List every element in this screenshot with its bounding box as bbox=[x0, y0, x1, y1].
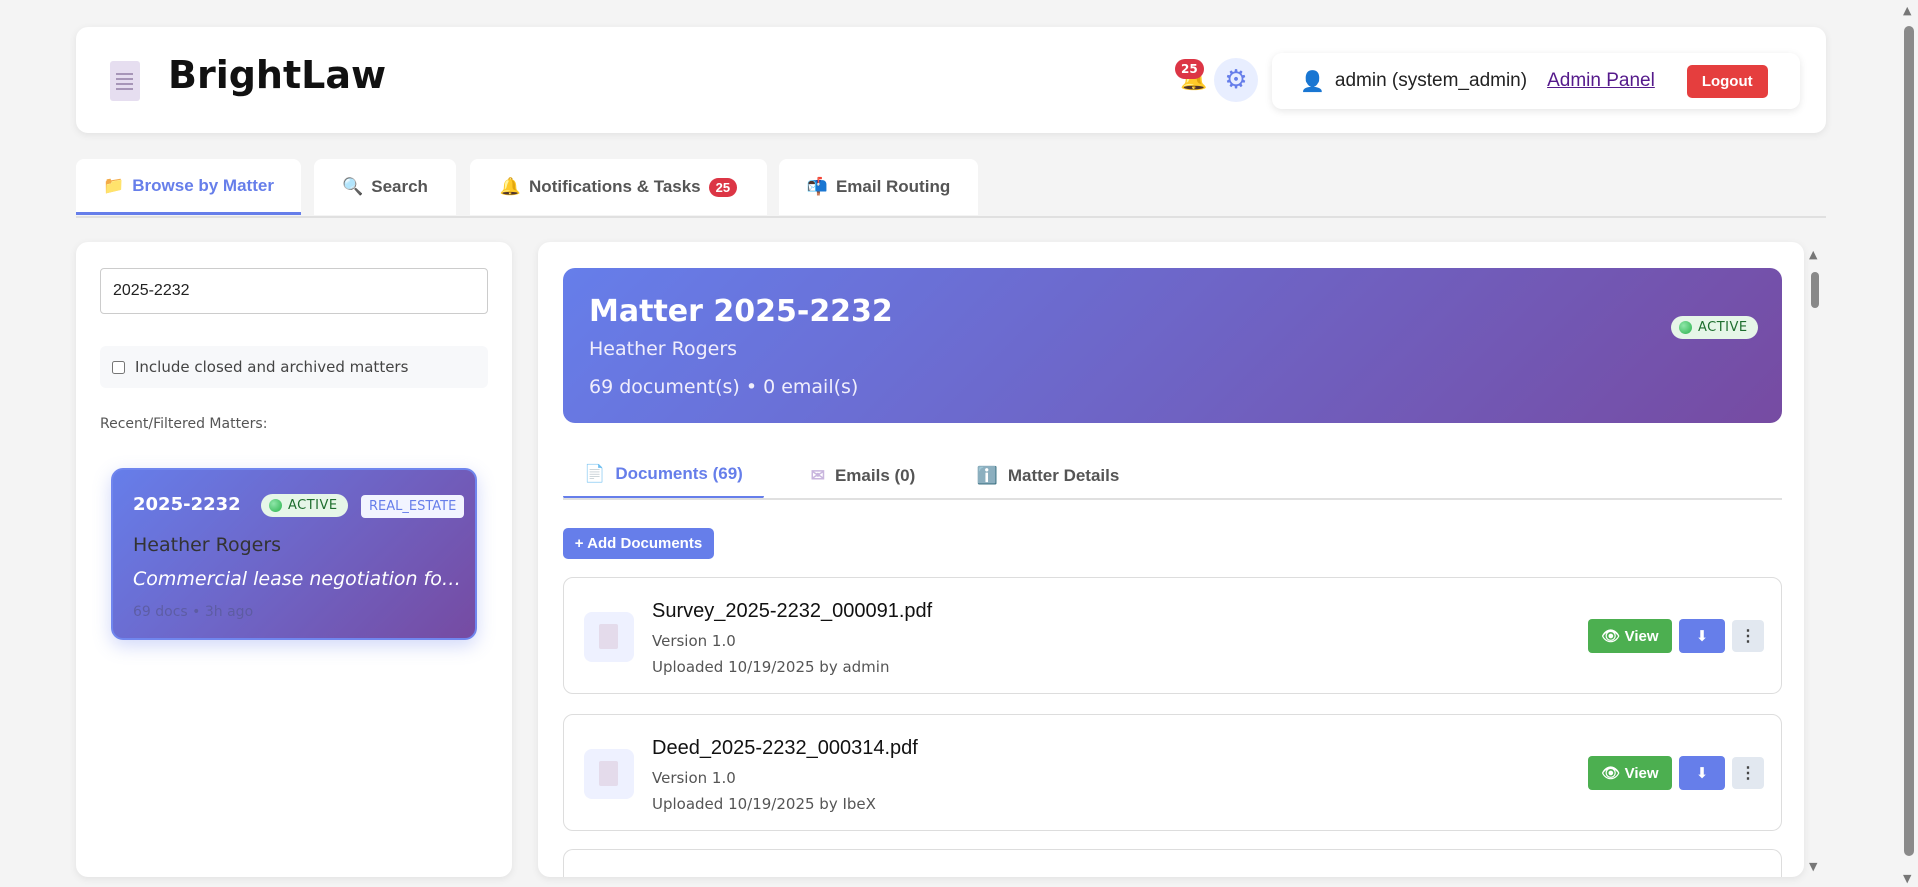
matter-description: Commercial lease negotiation for 3... bbox=[133, 568, 463, 590]
panel-scrollbar[interactable]: ▲ ▼ bbox=[1806, 248, 1824, 873]
green-dot-icon bbox=[1679, 321, 1692, 334]
user-box: 👤 admin (system_admin) Admin Panel Logou… bbox=[1272, 53, 1800, 109]
settings-gear-button[interactable]: ⚙ bbox=[1214, 58, 1258, 102]
matter-meta: 69 docs • 3h ago bbox=[133, 604, 254, 620]
matter-client: Heather Rogers bbox=[589, 338, 738, 360]
subtab-divider bbox=[563, 498, 1782, 500]
tab-label: Search bbox=[371, 177, 428, 196]
tab-notifications-tasks[interactable]: 🔔 Notifications & Tasks 25 bbox=[470, 159, 767, 215]
user-icon: 👤 bbox=[1300, 70, 1325, 93]
status-badge: ACTIVE bbox=[1671, 316, 1758, 339]
info-icon: ℹ️ bbox=[976, 465, 998, 485]
scroll-up-arrow-icon[interactable]: ▲ bbox=[1903, 4, 1911, 17]
view-label: View bbox=[1624, 765, 1659, 782]
matter-title: Matter 2025-2232 bbox=[589, 294, 893, 329]
document-row: Deed_2025-2232_000314.pdf Version 1.0 Up… bbox=[563, 714, 1782, 831]
download-button[interactable]: ⬇ bbox=[1679, 619, 1725, 653]
tab-search[interactable]: 🔍 Search bbox=[314, 159, 456, 215]
bell-icon: 🔔 bbox=[499, 177, 522, 196]
matter-detail-panel: Matter 2025-2232 Heather Rogers 69 docum… bbox=[538, 242, 1804, 877]
scroll-up-arrow-icon[interactable]: ▲ bbox=[1809, 248, 1817, 261]
document-uploaded: Uploaded 10/19/2025 by IbeX bbox=[652, 795, 876, 813]
tab-label: Notifications & Tasks bbox=[529, 177, 701, 196]
scrollbar-thumb[interactable] bbox=[1904, 26, 1914, 856]
tab-label: Matter Details bbox=[1007, 465, 1120, 485]
admin-panel-link[interactable]: Admin Panel bbox=[1547, 70, 1655, 92]
status-text: ACTIVE bbox=[1698, 320, 1748, 335]
app-header: BrightLaw 🔔 25 ⚙ 👤 admin (system_admin) … bbox=[76, 27, 1826, 133]
brand-title: BrightLaw bbox=[168, 53, 387, 97]
tab-badge: 25 bbox=[708, 177, 738, 197]
more-options-button[interactable]: ⋮ bbox=[1732, 757, 1764, 789]
tab-divider bbox=[76, 216, 1826, 218]
document-icon: 📄 bbox=[584, 464, 606, 483]
document-row-partial bbox=[563, 849, 1782, 877]
file-icon bbox=[584, 612, 634, 662]
tab-label: Browse by Matter bbox=[132, 175, 274, 195]
download-button[interactable]: ⬇ bbox=[1679, 756, 1725, 790]
view-button[interactable]: 👁 View bbox=[1588, 619, 1672, 653]
matter-summary: 69 document(s) • 0 email(s) bbox=[589, 376, 859, 398]
status-badge: ACTIVE bbox=[261, 494, 348, 517]
document-uploaded: Uploaded 10/19/2025 by admin bbox=[652, 658, 890, 676]
tab-emails[interactable]: ✉ Emails (0) bbox=[788, 452, 938, 499]
checkbox-label: Include closed and archived matters bbox=[135, 358, 409, 376]
folder-icon: 📁 bbox=[103, 175, 125, 195]
green-dot-icon bbox=[269, 499, 282, 512]
matter-banner: Matter 2025-2232 Heather Rogers 69 docum… bbox=[563, 268, 1782, 423]
document-logo-icon bbox=[110, 61, 140, 101]
matter-number: 2025-2232 bbox=[133, 494, 241, 515]
matter-sidebar: Include closed and archived matters Rece… bbox=[76, 242, 512, 877]
view-label: View bbox=[1624, 628, 1659, 645]
include-closed-checkbox-row[interactable]: Include closed and archived matters bbox=[100, 346, 488, 388]
search-icon: 🔍 bbox=[342, 177, 364, 196]
more-options-button[interactable]: ⋮ bbox=[1732, 620, 1764, 652]
document-version: Version 1.0 bbox=[652, 632, 736, 650]
document-row: Survey_2025-2232_000091.pdf Version 1.0 … bbox=[563, 577, 1782, 694]
page-scrollbar[interactable]: ▲ ▼ bbox=[1900, 0, 1918, 887]
mailbox-icon: 📬 bbox=[806, 177, 828, 196]
file-icon bbox=[584, 749, 634, 799]
notification-badge: 25 bbox=[1175, 59, 1204, 79]
client-name: Heather Rogers bbox=[133, 534, 282, 556]
recent-matters-label: Recent/Filtered Matters: bbox=[100, 416, 268, 432]
document-name[interactable]: Survey_2025-2232_000091.pdf bbox=[652, 600, 932, 623]
document-version: Version 1.0 bbox=[652, 769, 736, 787]
tab-label: Emails (0) bbox=[834, 465, 916, 485]
matter-type-badge: REAL_ESTATE bbox=[361, 495, 465, 518]
tab-browse-by-matter[interactable]: 📁 Browse by Matter bbox=[76, 159, 301, 215]
envelope-icon: ✉ bbox=[810, 465, 825, 485]
matter-search-input[interactable] bbox=[100, 268, 488, 314]
tab-email-routing[interactable]: 📬 Email Routing bbox=[779, 159, 978, 215]
tab-label: Documents (69) bbox=[615, 464, 743, 483]
view-button[interactable]: 👁 View bbox=[1588, 756, 1672, 790]
tab-matter-details[interactable]: ℹ️ Matter Details bbox=[958, 452, 1138, 499]
document-name[interactable]: Deed_2025-2232_000314.pdf bbox=[652, 737, 918, 760]
logout-button[interactable]: Logout bbox=[1686, 64, 1768, 98]
scroll-down-arrow-icon[interactable]: ▼ bbox=[1903, 872, 1911, 885]
scroll-down-arrow-icon[interactable]: ▼ bbox=[1809, 860, 1817, 873]
tab-label: Email Routing bbox=[835, 177, 951, 196]
add-documents-button[interactable]: + Add Documents bbox=[563, 528, 714, 559]
matter-card[interactable]: 2025-2232 ACTIVE REAL_ESTATE Heather Rog… bbox=[111, 468, 477, 640]
status-text: ACTIVE bbox=[288, 498, 338, 513]
tab-documents[interactable]: 📄 Documents (69) bbox=[563, 452, 764, 499]
user-name: admin (system_admin) bbox=[1334, 70, 1528, 91]
scrollbar-thumb[interactable] bbox=[1811, 272, 1819, 308]
include-closed-checkbox[interactable] bbox=[112, 360, 125, 374]
